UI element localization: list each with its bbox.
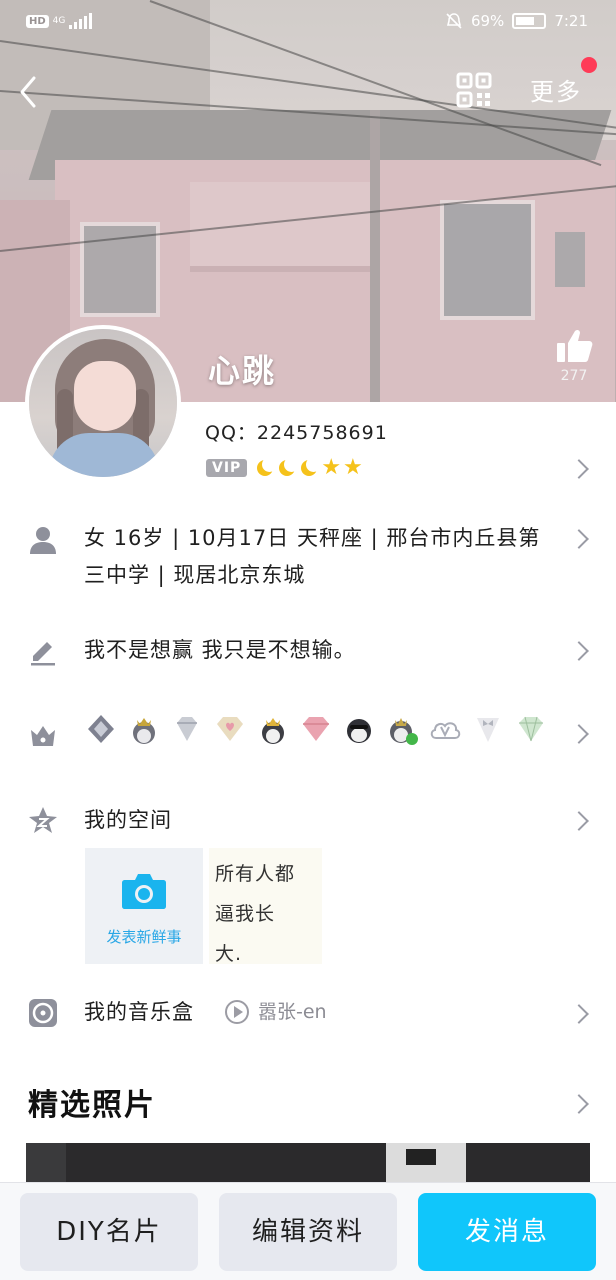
qzone-star-icon <box>28 805 58 835</box>
post-moment-label: 发表新鲜事 <box>106 928 182 946</box>
pencil-icon <box>28 636 58 666</box>
back-button[interactable] <box>14 74 46 110</box>
vip-badge: VIP <box>206 459 248 477</box>
penguin-crown-icon <box>133 718 155 744</box>
profile-info[interactable]: 女 16岁 | 10月17日 天秤座 | 邢台市内丘县第 三中学 | 现居北京东… <box>84 520 564 594</box>
star-icon: ★ <box>321 455 342 480</box>
person-icon <box>28 525 58 555</box>
clock: 7:21 <box>554 12 588 30</box>
moon-icon <box>299 457 322 478</box>
camera-icon <box>122 874 166 909</box>
crown-icon <box>28 720 58 750</box>
penguin-glasses-icon <box>347 719 371 743</box>
my-space-title[interactable]: 我的空间 <box>84 802 172 839</box>
music-box-title[interactable]: 我的音乐盒 <box>84 994 194 1031</box>
moon-icon <box>255 457 278 478</box>
bottom-action-bar: DIY名片 编辑资料 发消息 <box>0 1182 616 1280</box>
level-icons: ★ ★ <box>255 455 363 480</box>
like-button[interactable]: 277 <box>552 328 596 384</box>
photo-detail <box>406 1149 436 1165</box>
music-disc-icon <box>28 998 58 1028</box>
avatar-shirt <box>49 433 159 477</box>
edit-profile-button[interactable]: 编辑资料 <box>219 1193 397 1271</box>
avatar-face <box>74 361 136 431</box>
profile-info-line: 女 16岁 | 10月17日 天秤座 | 邢台市内丘县第 <box>84 526 541 550</box>
qr-code-icon <box>456 72 492 108</box>
chevron-right-icon[interactable] <box>569 1094 589 1114</box>
star-icon: ★ <box>343 455 363 480</box>
pink-diamond-icon <box>217 717 243 741</box>
profile-info-line: 三中学 | 现居北京东城 <box>84 563 306 587</box>
battery-icon <box>512 13 547 29</box>
qr-code-button[interactable] <box>456 72 492 108</box>
send-message-button[interactable]: 发消息 <box>418 1193 596 1271</box>
featured-photos-title[interactable]: 精选照片 <box>28 1080 156 1124</box>
tuxedo-icon <box>477 718 499 742</box>
space-post-card[interactable]: 所有人都 逼我长 大. <box>209 848 322 965</box>
chevron-right-icon[interactable] <box>569 724 589 744</box>
signal-icon <box>69 13 93 29</box>
space-post-line: 逼我长 <box>215 903 276 925</box>
avatar[interactable] <box>25 325 181 481</box>
diamond-icon <box>177 717 197 741</box>
badge-list[interactable] <box>84 712 548 746</box>
status-right: 69% 7:21 <box>445 12 588 30</box>
status-left: HD 4G <box>26 13 93 29</box>
diy-card-button[interactable]: DIY名片 <box>20 1193 198 1271</box>
nickname: 心跳 <box>208 352 277 390</box>
diamond-badge-icon <box>88 715 114 743</box>
chevron-right-icon[interactable] <box>569 1004 589 1024</box>
moon-icon <box>277 457 300 478</box>
network-type: 4G <box>52 15 66 26</box>
space-post-line: 大. <box>215 943 243 965</box>
space-post-line: 所有人都 <box>215 863 296 885</box>
chevron-right-icon[interactable] <box>569 529 589 549</box>
green-diamond-icon <box>519 716 543 742</box>
chevron-left-icon <box>20 76 36 108</box>
post-moment-button[interactable]: 发表新鲜事 <box>85 848 203 964</box>
penguin-vip-icon <box>390 718 418 745</box>
cloud-v-icon <box>430 722 461 739</box>
chevron-right-icon[interactable] <box>569 641 589 661</box>
battery-percent: 69% <box>470 12 505 30</box>
music-song-name: 嚣张-en <box>258 1001 327 1023</box>
thumbs-up-icon <box>557 329 593 362</box>
like-count: 277 <box>560 368 588 384</box>
more-button[interactable]: 更多 <box>530 72 582 107</box>
signature-text[interactable]: 我不是想赢 我只是不想输。 <box>84 632 356 669</box>
hd-badge: HD <box>26 14 49 28</box>
penguin-crown-icon <box>262 718 284 744</box>
chevron-right-icon[interactable] <box>569 459 589 479</box>
chevron-right-icon[interactable] <box>569 811 589 831</box>
qq-number: QQ：2245758691 <box>205 422 388 444</box>
level-row[interactable]: VIP ★ ★ <box>206 455 363 480</box>
play-icon[interactable] <box>225 1000 249 1024</box>
pink-diamond-icon <box>303 717 329 741</box>
status-bar: HD 4G 69% 7:21 <box>0 0 616 48</box>
mute-bell-icon <box>446 13 462 29</box>
notification-dot <box>581 57 597 73</box>
